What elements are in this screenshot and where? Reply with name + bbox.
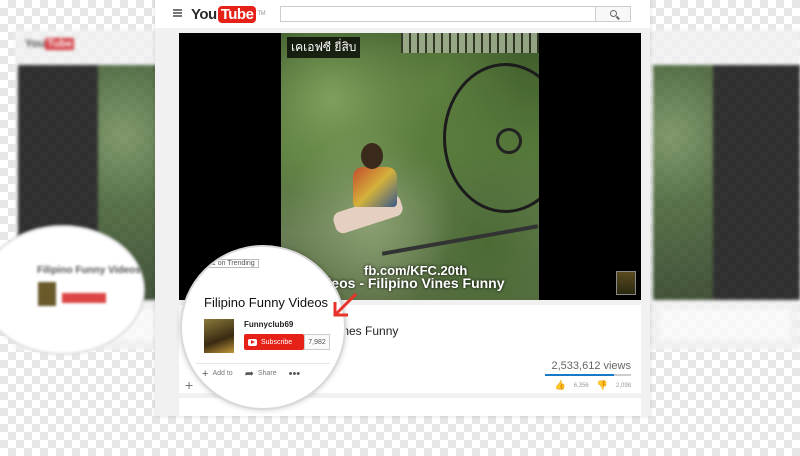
search-input[interactable] (280, 6, 596, 22)
views-bar (545, 374, 631, 376)
like-row: 👍 6,356 👎 2,098 (555, 380, 631, 391)
logo-tm: TM (257, 11, 266, 17)
dislike-count: 2,098 (615, 382, 631, 389)
ghost-video-right (653, 65, 800, 300)
subscribe-label: Subscribe (261, 338, 293, 346)
magnified-video-title: Filipino Funny Videos (204, 295, 329, 310)
play-icon (248, 338, 257, 346)
video-overlay-title: เคเอฟซี ยี่สิบ (287, 37, 361, 58)
plus-icon[interactable]: + (185, 377, 193, 393)
search-icon (610, 10, 617, 17)
magnifier-circle: #1 on Trending Filipino Funny Videos Fun… (180, 245, 346, 410)
share-icon: ➦ (244, 368, 254, 380)
channel-avatar[interactable] (204, 319, 234, 353)
ghost-info-right (660, 310, 790, 340)
channel-name[interactable]: Funnyclub69 (244, 320, 293, 329)
thumbs-up-icon[interactable]: 👍 (555, 380, 566, 391)
thumbs-down-icon[interactable]: 👎 (597, 380, 608, 391)
more-icon: ••• (288, 367, 301, 380)
divider (196, 363, 330, 364)
ghost-mag-subscribe (62, 293, 106, 303)
youtube-logo[interactable]: You Tube TM (191, 5, 266, 23)
video-corner-thumbnail (616, 271, 636, 295)
subscriber-count: 7,982 (304, 334, 330, 350)
like-count: 6,356 (573, 382, 589, 389)
view-count: 2,533,612 views (551, 360, 632, 372)
search-button[interactable] (596, 6, 631, 22)
ghost-mag-avatar (38, 282, 56, 306)
ghost-screen-right (650, 30, 800, 350)
menu-icon[interactable] (173, 9, 182, 17)
logo-tube: Tube (217, 5, 257, 23)
plus-icon: + (202, 367, 209, 380)
add-to-button[interactable]: + Add to (202, 368, 233, 380)
action-row: + Add to ➦ Share ••• (202, 367, 301, 381)
video-title: lines Funny (337, 324, 399, 338)
share-button[interactable]: ➦ Share (245, 367, 277, 380)
ghost-mag-title: Filipino Funny Videos (37, 265, 141, 276)
ghost-logo: You Tube (25, 38, 75, 50)
trending-badge[interactable]: #1 on Trending (204, 259, 259, 268)
subscribe-button[interactable]: Subscribe (244, 334, 304, 350)
more-button[interactable]: ••• (289, 368, 301, 380)
pointer-arrow-icon (333, 292, 358, 317)
share-label: Share (257, 370, 277, 377)
video-frame (281, 33, 539, 300)
top-bar: You Tube TM (155, 0, 650, 28)
logo-you: You (191, 5, 217, 23)
add-to-label: Add to (212, 370, 233, 377)
